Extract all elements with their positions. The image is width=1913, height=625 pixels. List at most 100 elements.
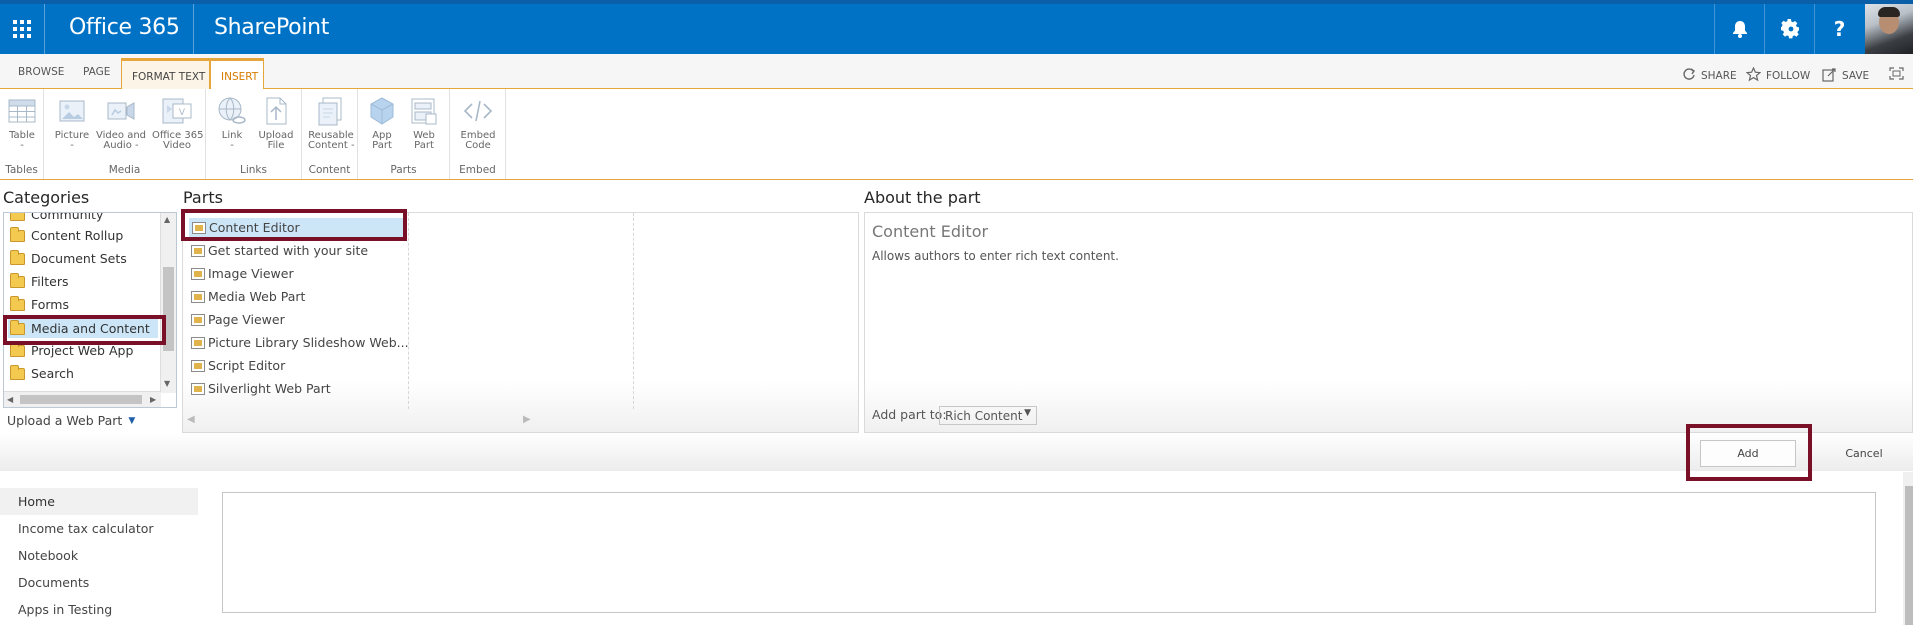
save-label: SAVE bbox=[1842, 70, 1870, 82]
category-item[interactable]: Community bbox=[10, 213, 103, 222]
scroll-left-icon[interactable]: ◀ bbox=[7, 395, 13, 404]
category-label: Forms bbox=[31, 297, 70, 312]
nav-item[interactable]: Income tax calculator bbox=[18, 521, 154, 536]
embed-code-button[interactable]: Embed Code bbox=[458, 95, 498, 151]
focus-icon bbox=[1889, 67, 1904, 83]
web-part-label: Web Part bbox=[413, 130, 435, 151]
save-action[interactable]: SAVE bbox=[1822, 67, 1869, 85]
category-item[interactable]: Filters bbox=[10, 272, 69, 289]
folder-icon bbox=[10, 272, 25, 288]
group-label-media: Media bbox=[108, 164, 141, 176]
picture-button[interactable]: Picture - bbox=[54, 95, 90, 151]
parts-list[interactable]: Content Editor Get started with your sit… bbox=[182, 212, 859, 433]
add-part-to-select[interactable]: Rich Content ▼ bbox=[939, 406, 1037, 425]
picture-label: Picture - bbox=[54, 130, 90, 151]
scroll-left-icon[interactable]: ◀ bbox=[187, 414, 195, 425]
upload-file-icon bbox=[260, 95, 292, 127]
app-part-button[interactable]: App Part bbox=[364, 95, 400, 151]
tab-insert[interactable]: INSERT bbox=[210, 58, 264, 90]
scrollbar-thumb[interactable] bbox=[20, 395, 142, 404]
gear-icon[interactable] bbox=[1764, 4, 1814, 54]
part-item[interactable]: Page Viewer bbox=[191, 312, 285, 327]
nav-item[interactable]: Notebook bbox=[18, 548, 78, 563]
part-item[interactable]: Script Editor bbox=[191, 358, 285, 373]
video-audio-button[interactable]: Video and Audio - bbox=[96, 95, 146, 151]
reusable-content-button[interactable]: Reusable Content - bbox=[308, 95, 355, 151]
part-item[interactable]: Silverlight Web Part bbox=[191, 381, 331, 396]
parts-title: Parts bbox=[183, 188, 223, 207]
tab-format-text[interactable]: FORMAT TEXT bbox=[121, 58, 210, 90]
chevron-down-icon: ▼ bbox=[128, 415, 136, 426]
web-part-icon bbox=[191, 336, 205, 349]
help-icon[interactable]: ? bbox=[1814, 4, 1864, 54]
scroll-up-icon[interactable]: ▲ bbox=[164, 215, 170, 224]
office365-video-button[interactable]: V Office 365 Video bbox=[152, 95, 203, 151]
folder-icon bbox=[10, 364, 25, 380]
tab-page[interactable]: PAGE bbox=[83, 66, 110, 78]
category-item[interactable]: Project Web App bbox=[10, 341, 134, 358]
cancel-button[interactable]: Cancel bbox=[1816, 440, 1912, 467]
scroll-right-icon[interactable]: ▶ bbox=[523, 414, 531, 425]
ribbon-tab-row: BROWSE PAGE FORMAT TEXT INSERT SHARE FOL… bbox=[0, 54, 1913, 90]
upload-file-button[interactable]: Upload File bbox=[256, 95, 296, 151]
category-item[interactable]: Forms bbox=[10, 295, 70, 312]
nav-item[interactable]: Documents bbox=[18, 575, 89, 590]
embed-code-icon bbox=[462, 95, 494, 127]
web-part-icon bbox=[191, 267, 205, 280]
follow-label: FOLLOW bbox=[1766, 70, 1811, 82]
categories-vertical-scrollbar[interactable]: ▲ ▼ bbox=[160, 213, 176, 393]
ribbon-group-tables: Table - Tables bbox=[0, 89, 44, 179]
part-item[interactable]: Picture Library Slideshow Web... bbox=[191, 335, 409, 350]
app-launcher-icon[interactable] bbox=[0, 4, 44, 54]
part-item[interactable]: Get started with your site bbox=[191, 243, 368, 258]
category-item[interactable]: Content Rollup bbox=[10, 226, 124, 243]
page-vertical-scrollbar[interactable] bbox=[1903, 472, 1913, 625]
part-label: Image Viewer bbox=[208, 266, 294, 281]
part-name: Content Editor bbox=[872, 222, 989, 241]
part-label: Page Viewer bbox=[208, 312, 285, 327]
share-action[interactable]: SHARE bbox=[1682, 67, 1737, 84]
link-button[interactable]: Link - bbox=[214, 95, 250, 151]
nav-item-home[interactable]: Home bbox=[18, 494, 55, 509]
bell-icon[interactable] bbox=[1714, 4, 1764, 54]
office365-brand[interactable]: Office 365 bbox=[69, 15, 180, 40]
category-item[interactable]: Document Sets bbox=[10, 249, 127, 266]
share-label: SHARE bbox=[1701, 69, 1737, 82]
part-label: Get started with your site bbox=[208, 243, 369, 258]
part-label: Picture Library Slideshow Web... bbox=[208, 335, 409, 350]
category-item[interactable]: Search bbox=[10, 364, 74, 381]
web-part-button[interactable]: Web Part bbox=[406, 95, 442, 151]
nav-item[interactable]: Apps in Testing bbox=[18, 602, 112, 617]
about-panel: Content Editor Allows authors to enter r… bbox=[864, 212, 1913, 433]
upload-web-part-menu[interactable]: Upload a Web Part ▼ bbox=[7, 413, 135, 428]
ribbon-group-parts: App Part Web Part Parts bbox=[358, 89, 450, 179]
picture-icon bbox=[56, 95, 88, 127]
group-label-content: Content bbox=[308, 164, 351, 176]
scroll-right-icon[interactable]: ▶ bbox=[150, 395, 156, 404]
tab-browse[interactable]: BROWSE bbox=[18, 66, 64, 78]
folder-icon bbox=[10, 341, 25, 357]
follow-action[interactable]: FOLLOW bbox=[1745, 66, 1811, 85]
sharepoint-app-title[interactable]: SharePoint bbox=[214, 15, 329, 40]
scrollbar-thumb[interactable] bbox=[1905, 486, 1913, 625]
reusable-content-icon bbox=[315, 95, 347, 127]
table-button[interactable]: Table - bbox=[6, 95, 38, 151]
categories-list[interactable]: Community Content Rollup Document Sets F… bbox=[3, 212, 177, 408]
user-avatar[interactable] bbox=[1865, 4, 1913, 54]
add-part-to-value: Rich Content bbox=[945, 409, 1023, 423]
categories-horizontal-scrollbar[interactable]: ◀ ▶ bbox=[4, 391, 161, 407]
focus-on-content-button[interactable] bbox=[1889, 67, 1904, 83]
embed-code-label: Embed Code bbox=[460, 130, 496, 151]
page-content-editor[interactable] bbox=[222, 492, 1876, 613]
category-label: Filters bbox=[31, 274, 69, 289]
part-item[interactable]: Image Viewer bbox=[191, 266, 294, 281]
category-label: Search bbox=[31, 366, 74, 381]
scroll-down-icon[interactable]: ▼ bbox=[164, 379, 170, 388]
category-label: Project Web App bbox=[31, 343, 134, 358]
web-part-icon bbox=[191, 313, 205, 326]
link-label: Link - bbox=[221, 130, 243, 151]
categories-title: Categories bbox=[3, 188, 90, 207]
part-item[interactable]: Media Web Part bbox=[191, 289, 305, 304]
category-label: Content Rollup bbox=[31, 228, 124, 243]
part-label: Script Editor bbox=[208, 358, 286, 373]
